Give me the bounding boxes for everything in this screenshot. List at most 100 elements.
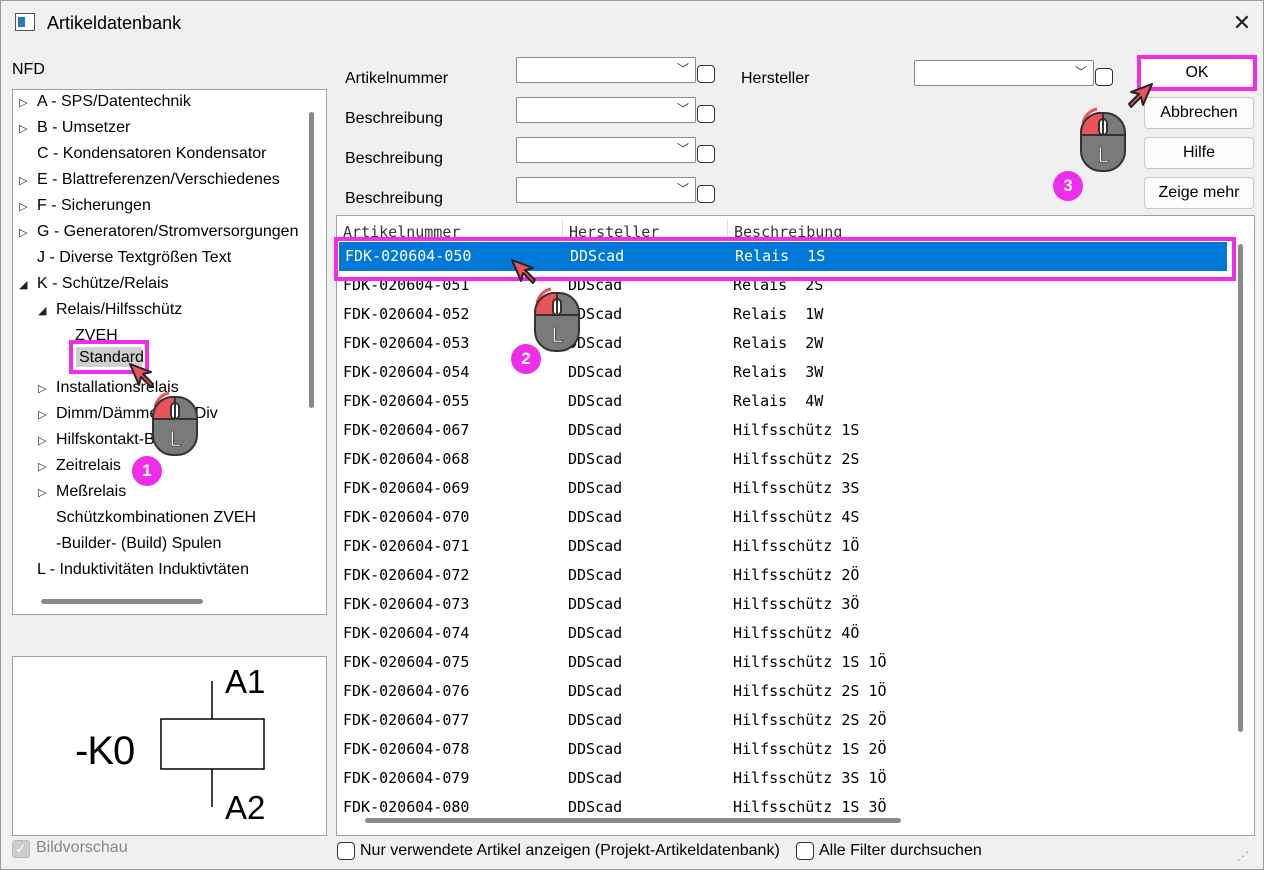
table-row[interactable]: FDK-020604-077 DDScad Hilfsschütz 2S 2Ö <box>337 706 1227 735</box>
list-horizontal-scrollbar[interactable] <box>365 818 901 823</box>
beschreibung-filter-checkbox-1[interactable] <box>697 105 715 123</box>
tree-node[interactable]: Schützkombinationen ZVEH <box>38 506 256 530</box>
table-row[interactable]: FDK-020604-071 DDScad Hilfsschütz 1Ö <box>337 532 1227 561</box>
expand-arrow-icon[interactable]: ▷ <box>38 377 56 401</box>
table-row[interactable]: FDK-020604-054 DDScad Relais 3W <box>337 358 1227 387</box>
table-cell: Hilfsschütz 2Ö <box>733 566 860 584</box>
dialog-window: Artikeldatenbank ✕ NFD ▷ A - SPS/Datentec… <box>0 0 1264 870</box>
tree-node[interactable]: ▷ G - Generatoren/Stromversorgungen <box>19 220 298 244</box>
expand-arrow-icon[interactable]: ◢ <box>38 299 56 323</box>
reference-designator: -K0 <box>75 729 135 773</box>
tree-vertical-scrollbar[interactable] <box>309 112 314 408</box>
mouse-button-letter: L <box>1097 143 1109 167</box>
table-cell: DDScad <box>568 450 623 468</box>
left-click-mouse-icon: L <box>151 391 198 456</box>
expand-arrow-icon[interactable]: ▷ <box>38 403 56 427</box>
tree-node[interactable]: -Builder- (Build) Spulen <box>38 532 221 556</box>
ok-button[interactable]: OK <box>1137 55 1257 91</box>
image-preview-checkbox[interactable]: ✓ <box>12 840 30 858</box>
mouse-button-letter: L <box>551 323 563 347</box>
close-icon[interactable]: ✕ <box>1225 7 1259 39</box>
beschreibung-combobox-2[interactable]: ﹀ <box>516 137 696 163</box>
tree-horizontal-scrollbar[interactable] <box>41 599 203 604</box>
tree-node[interactable]: ▷ E - Blattreferenzen/Verschiedenes <box>19 168 280 192</box>
table-cell: FDK-020604-068 <box>343 450 470 468</box>
cancel-button[interactable]: Abbrechen <box>1144 97 1254 129</box>
tree-node[interactable]: ◢ K - Schütze/Relais <box>19 272 169 296</box>
tree-node[interactable]: ▷ Meßrelais <box>38 480 126 504</box>
table-row[interactable]: FDK-020604-055 DDScad Relais 4W <box>337 387 1227 416</box>
only-used-articles-checkbox[interactable] <box>337 842 355 860</box>
table-cell: Relais 4W <box>733 392 824 410</box>
table-cell: DDScad <box>568 711 623 729</box>
artikelnummer-filter-checkbox[interactable] <box>697 65 715 83</box>
table-row[interactable]: FDK-020604-079 DDScad Hilfsschütz 3S 1Ö <box>337 764 1227 793</box>
table-cell: Hilfsschütz 1S 2Ö <box>733 740 887 758</box>
table-cell: FDK-020604-069 <box>343 479 470 497</box>
resize-grip-icon[interactable]: ⋰ <box>1237 849 1249 863</box>
filter-label-beschreibung-1: Beschreibung <box>345 110 443 127</box>
tree-node[interactable]: C - Kondensatoren Kondensator <box>19 142 266 166</box>
help-button[interactable]: Hilfe <box>1144 137 1254 169</box>
filter-label-beschreibung-3: Beschreibung <box>345 190 443 207</box>
chevron-down-icon: ﹀ <box>676 142 689 156</box>
hersteller-filter-checkbox[interactable] <box>1095 68 1113 86</box>
table-row[interactable]: FDK-020604-067 DDScad Hilfsschütz 1S <box>337 416 1227 445</box>
beschreibung-combobox-1[interactable]: ﹀ <box>516 97 696 123</box>
artikelnummer-combobox[interactable]: ﹀ <box>516 57 696 83</box>
category-tree[interactable]: ▷ A - SPS/Datentechnik ▷ B - Umsetzer C - Ko… <box>12 89 327 615</box>
table-row[interactable]: FDK-020604-052 DDScad Relais 1W <box>337 300 1227 329</box>
tree-node[interactable]: ▷ B - Umsetzer <box>19 116 130 140</box>
table-row[interactable]: FDK-020604-072 DDScad Hilfsschütz 2Ö <box>337 561 1227 590</box>
tree-node[interactable]: ◢ Relais/Hilfsschütz <box>38 298 182 322</box>
tree-node-label: A - SPS/Datentechnik <box>37 93 191 110</box>
relay-symbol-graphic <box>160 681 265 807</box>
tree-node-label: E - Blattreferenzen/Verschiedenes <box>37 171 280 188</box>
list-vertical-scrollbar[interactable] <box>1238 244 1243 732</box>
table-row[interactable]: FDK-020604-076 DDScad Hilfsschütz 2S 1Ö <box>337 677 1227 706</box>
beschreibung-combobox-3[interactable]: ﹀ <box>516 177 696 203</box>
table-row[interactable]: FDK-020604-073 DDScad Hilfsschütz 3Ö <box>337 590 1227 619</box>
tree-node[interactable]: ▷ F - Sicherungen <box>19 194 151 218</box>
show-more-button[interactable]: Zeige mehr <box>1144 177 1254 209</box>
article-list[interactable]: Artikelnummer Hersteller Beschreibung FD… <box>336 215 1255 836</box>
table-row[interactable]: FDK-020604-078 DDScad Hilfsschütz 1S 2Ö <box>337 735 1227 764</box>
expand-arrow-icon[interactable]: ▷ <box>19 91 37 115</box>
tree-node-label: Relais/Hilfsschütz <box>56 301 183 318</box>
expand-arrow-icon[interactable]: ▷ <box>38 455 56 479</box>
chevron-down-icon: ﹀ <box>676 182 689 196</box>
hersteller-combobox[interactable]: ﹀ <box>914 60 1094 86</box>
expand-arrow-icon[interactable]: ▷ <box>38 481 56 505</box>
expand-arrow-icon[interactable]: ▷ <box>19 117 37 141</box>
chevron-down-icon: ﹀ <box>1074 65 1087 79</box>
table-cell: DDScad <box>568 653 623 671</box>
table-row[interactable]: FDK-020604-069 DDScad Hilfsschütz 3S <box>337 474 1227 503</box>
tree-node[interactable]: J - Diverse Textgrößen Text <box>19 246 231 270</box>
search-all-filters-checkbox[interactable] <box>796 842 814 860</box>
table-cell: FDK-020604-077 <box>343 711 470 729</box>
tree-node[interactable]: ▷ A - SPS/Datentechnik <box>19 90 191 114</box>
table-row[interactable]: FDK-020604-053 DDScad Relais 2W <box>337 329 1227 358</box>
expand-arrow-icon[interactable]: ▷ <box>19 221 37 245</box>
table-row[interactable]: FDK-020604-070 DDScad Hilfsschütz 4S <box>337 503 1227 532</box>
table-cell: DDScad <box>568 392 623 410</box>
table-row[interactable]: FDK-020604-075 DDScad Hilfsschütz 1S 1Ö <box>337 648 1227 677</box>
expand-arrow-icon[interactable]: ▷ <box>19 169 37 193</box>
beschreibung-filter-checkbox-3[interactable] <box>697 185 715 203</box>
tree-node[interactable]: L - Induktivitäten Induktivtäten <box>19 558 249 582</box>
filter-label-beschreibung-2: Beschreibung <box>345 150 443 167</box>
table-row[interactable]: FDK-020604-074 DDScad Hilfsschütz 4Ö <box>337 619 1227 648</box>
expand-arrow-icon[interactable]: ◢ <box>19 273 37 297</box>
tree-node-label: Zeitrelais <box>56 457 121 474</box>
table-cell: Hilfsschütz 1S <box>733 421 860 439</box>
tree-node-label: C - Kondensatoren Kondensator <box>37 145 267 162</box>
table-cell: Hilfsschütz 3S <box>733 479 860 497</box>
symbol-preview: -K0 A1 A2 <box>12 656 327 836</box>
expand-arrow-icon[interactable]: ▷ <box>19 195 37 219</box>
image-preview-label: Bildvorschau <box>36 839 128 856</box>
tree-node-label: L - Induktivitäten Induktivtäten <box>37 561 249 578</box>
beschreibung-filter-checkbox-2[interactable] <box>697 145 715 163</box>
expand-arrow-icon[interactable]: ▷ <box>38 429 56 453</box>
tree-node[interactable]: ▷ Zeitrelais <box>38 454 121 478</box>
table-row[interactable]: FDK-020604-068 DDScad Hilfsschütz 2S <box>337 445 1227 474</box>
